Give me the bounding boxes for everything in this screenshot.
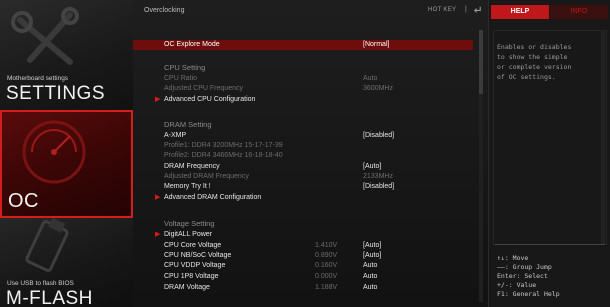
setting-label: CPU Ratio: [164, 75, 198, 82]
setting-label: CPU VDDP Voltage: [164, 262, 226, 269]
left-navigation: Motherboard settings SETTINGS OC Use USB…: [0, 0, 133, 307]
nav-mflash-subtitle: Use USB to flash BIOS: [7, 280, 74, 287]
section-header: CPU Setting: [133, 63, 473, 73]
setting-value[interactable]: Auto: [363, 272, 377, 282]
submenu-arrow-icon: ▶: [155, 231, 161, 238]
current-voltage: 1.188V: [315, 284, 338, 291]
section-header: Voltage Setting: [133, 219, 473, 229]
nav-mflash-title: M-FLASH: [6, 288, 93, 307]
key-hint: ↑↓: Move: [497, 254, 529, 262]
nav-settings-title: SETTINGS: [6, 83, 106, 104]
section-header: DRAM Setting: [133, 120, 473, 130]
setting-label: Advanced DRAM Configuration: [164, 194, 262, 201]
key-hint: Enter: Select: [497, 272, 548, 280]
setting-label: DigitALL Power: [164, 231, 212, 238]
setting-label: A-XMP: [164, 132, 187, 139]
nav-oc[interactable]: OC: [0, 110, 133, 218]
setting-label: Profile2: DDR4 3466MHz 16-18-18-40: [164, 152, 283, 159]
setting-label: Voltage Setting: [164, 219, 215, 228]
setting-value[interactable]: [Disabled]: [363, 182, 394, 192]
hotkey-separator: |: [465, 6, 467, 13]
key-hint: +/-: Value: [497, 281, 537, 289]
setting-label: DRAM Setting: [164, 120, 212, 129]
setting-row[interactable]: DRAM Voltage 1.188V Auto: [133, 283, 473, 293]
main-panel: Overclocking HOT KEY | OC Explore Mode [N…: [133, 0, 488, 307]
nav-settings[interactable]: Motherboard settings SETTINGS: [0, 0, 133, 110]
key-hint: F1: General Help: [497, 290, 560, 298]
setting-value[interactable]: [Auto]: [363, 241, 381, 251]
nav-oc-title: OC: [8, 190, 39, 212]
help-tabs: HELP INFO: [489, 0, 610, 22]
setting-label: CPU NB/SoC Voltage: [164, 252, 232, 259]
setting-value: 3600MHz: [363, 85, 393, 92]
submenu-arrow-icon: ▶: [155, 194, 161, 201]
setting-row[interactable]: CPU 1P8 Voltage 0.000V Auto: [133, 272, 473, 282]
setting-label: CPU Core Voltage: [164, 242, 222, 249]
setting-label: DRAM Voltage: [164, 284, 210, 291]
setting-row: Profile2: DDR4 3466MHz 16-18-18-40: [133, 151, 473, 161]
setting-row[interactable]: CPU Core Voltage 1.410V [Auto]: [133, 241, 473, 251]
current-voltage: 0.890V: [315, 252, 338, 259]
setting-row[interactable]: DRAM Frequency [Auto]: [133, 162, 473, 172]
tab-info[interactable]: INFO: [550, 5, 608, 19]
setting-value: Auto: [363, 75, 378, 82]
setting-label: Adjusted CPU Frequency: [164, 85, 243, 92]
help-line: or complete version: [497, 63, 572, 71]
setting-value[interactable]: Auto: [363, 261, 377, 271]
nav-mflash[interactable]: Use USB to flash BIOS M-FLASH: [0, 218, 133, 307]
setting-row: Profile1: DDR4 3200MHz 15-17-17-39: [133, 141, 473, 151]
setting-row[interactable]: CPU VDDP Voltage 0.160V Auto: [133, 261, 473, 271]
scroll-thumb[interactable]: [479, 30, 483, 94]
setting-value[interactable]: [Disabled]: [363, 131, 394, 141]
setting-value[interactable]: [Auto]: [363, 251, 381, 261]
setting-label: Memory Try It !: [164, 183, 211, 190]
key-hint: ——: Group Jump: [497, 263, 552, 271]
nav-settings-subtitle: Motherboard settings: [7, 75, 69, 82]
main-header: Overclocking HOT KEY |: [133, 0, 488, 22]
current-voltage: 0.160V: [315, 262, 338, 269]
setting-label: Advanced CPU Configuration: [164, 96, 256, 103]
current-voltage: 1.410V: [315, 242, 338, 249]
help-line: to show the simple: [497, 53, 568, 61]
hotkey-label[interactable]: HOT KEY: [428, 7, 456, 13]
setting-row: CPU Ratio Auto: [133, 74, 473, 84]
setting-value: 2133MHz: [363, 173, 393, 180]
setting-label: OC Explore Mode: [164, 41, 220, 48]
help-line: Enables or disables: [497, 43, 572, 51]
help-divider: [495, 244, 605, 245]
setting-label: DRAM Frequency: [164, 163, 220, 170]
setting-row[interactable]: ▶ DigitALL Power: [133, 230, 473, 240]
back-icon[interactable]: [473, 5, 482, 14]
page-title: Overclocking: [144, 7, 185, 14]
setting-row[interactable]: CPU NB/SoC Voltage 0.890V [Auto]: [133, 251, 473, 261]
submenu-arrow-icon: ▶: [155, 96, 161, 103]
setting-row[interactable]: ▶ Advanced DRAM Configuration: [133, 193, 473, 203]
setting-row[interactable]: ▶ Advanced CPU Configuration: [133, 95, 473, 105]
current-voltage: 0.000V: [315, 273, 338, 280]
key-hints: ↑↓: Move ——: Group Jump Enter: Select +/-: …: [497, 254, 560, 299]
setting-label: Adjusted DRAM Frequency: [164, 173, 249, 180]
setting-row: Adjusted DRAM Frequency 2133MHz: [133, 172, 473, 182]
setting-row[interactable]: A-XMP [Disabled]: [133, 131, 473, 141]
setting-value[interactable]: [Normal]: [363, 40, 389, 50]
tab-help[interactable]: HELP: [491, 5, 549, 19]
help-description: Enables or disables to show the simple or …: [497, 42, 607, 82]
setting-row: Adjusted CPU Frequency 3600MHz: [133, 84, 473, 94]
help-line: of OC settings.: [497, 73, 556, 81]
setting-row[interactable]: Memory Try It ! [Disabled]: [133, 182, 473, 192]
help-panel: HELP INFO Enables or disables to show the…: [488, 0, 610, 307]
setting-label: Profile1: DDR4 3200MHz 15-17-17-39: [164, 142, 283, 149]
setting-label: CPU 1P8 Voltage: [164, 273, 219, 280]
setting-row[interactable]: OC Explore Mode [Normal]: [133, 40, 473, 50]
setting-value[interactable]: Auto: [363, 283, 377, 293]
setting-label: CPU Setting: [164, 63, 206, 72]
scrollbar[interactable]: [479, 30, 483, 302]
setting-value[interactable]: [Auto]: [363, 162, 381, 172]
